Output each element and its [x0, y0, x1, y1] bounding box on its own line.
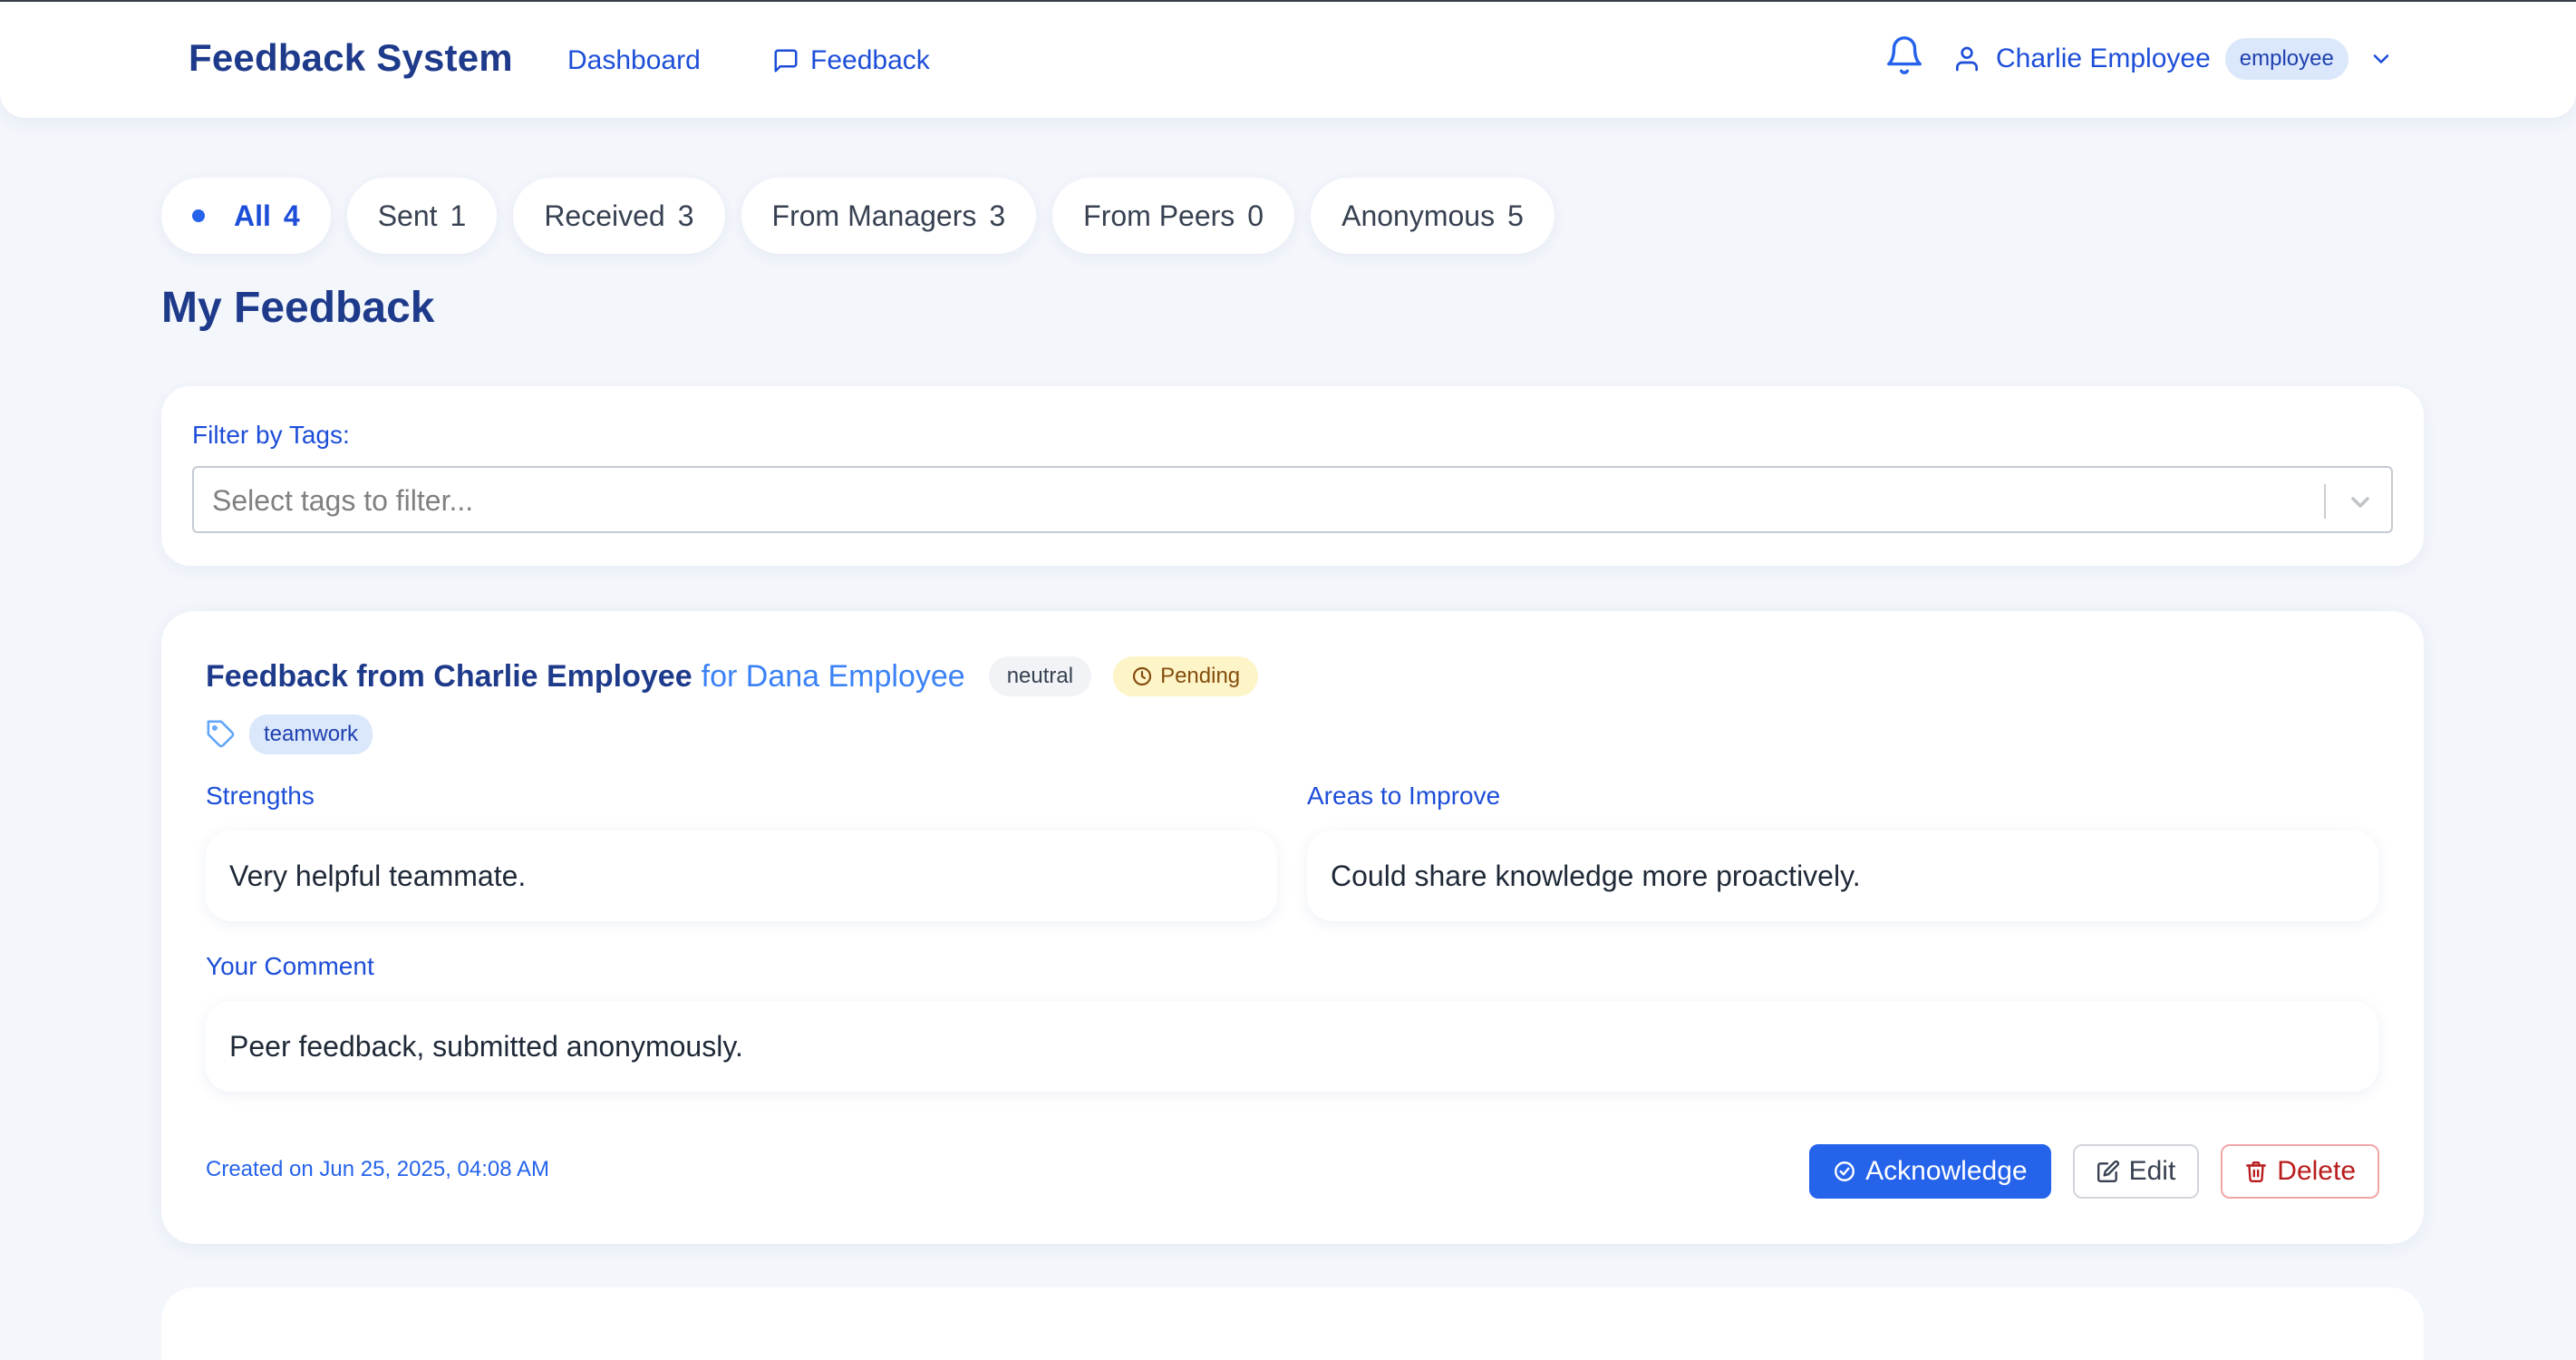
notification-bell-icon[interactable]: [1884, 33, 1925, 78]
tab-label: All: [234, 199, 271, 232]
comment-label: Your Comment: [206, 952, 374, 980]
tab-count: 4: [283, 199, 300, 232]
status-label: Pending: [1160, 664, 1241, 688]
tab-label: Anonymous: [1341, 199, 1496, 232]
top-navbar: Feedback System Dashboard Feedback Charl…: [0, 2, 2576, 118]
role-badge: employee: [2224, 38, 2348, 80]
feedback-filter-tabs: All 4 Sent 1 Received 3 From Managers 3 …: [161, 178, 1554, 254]
tag-icon: [207, 720, 235, 748]
acknowledge-label: Acknowledge: [1865, 1156, 2028, 1186]
tab-from-peers[interactable]: From Peers 0: [1052, 178, 1295, 254]
acknowledge-button[interactable]: Acknowledge: [1809, 1144, 2051, 1199]
tab-all[interactable]: All 4: [161, 178, 331, 254]
feedback-card: Feedback from Charlie Employee for Dana …: [161, 611, 2424, 1244]
nav-dashboard-link[interactable]: Dashboard: [567, 45, 701, 76]
feedback-from: Feedback from Charlie Employee: [206, 658, 692, 694]
tab-received[interactable]: Received 3: [513, 178, 725, 254]
tab-sent[interactable]: Sent 1: [346, 178, 498, 254]
tab-label: Received: [544, 199, 665, 232]
feedback-for: for Dana Employee: [701, 658, 965, 694]
chevron-down-icon[interactable]: [2368, 46, 2394, 72]
tab-count: 0: [1247, 199, 1264, 232]
nav-dashboard-label: Dashboard: [567, 45, 701, 75]
tab-count: 3: [989, 199, 1006, 232]
status-badge: Pending: [1113, 656, 1259, 696]
areas-to-improve-text: Could share knowledge more proactively.: [1307, 831, 2378, 921]
nav-feedback-link[interactable]: Feedback: [772, 45, 930, 76]
next-feedback-card: [161, 1287, 2424, 1360]
user-name: Charlie Employee: [1996, 44, 2211, 73]
user-menu[interactable]: Charlie Employee employee: [1952, 38, 2394, 80]
select-separator: [2324, 484, 2326, 519]
active-tab-dot: [192, 209, 205, 222]
page-title: My Feedback: [161, 284, 435, 332]
delete-label: Delete: [2277, 1156, 2356, 1186]
check-circle-icon: [1835, 1161, 1855, 1181]
tab-anonymous[interactable]: Anonymous 5: [1311, 178, 1554, 254]
comment-text: Peer feedback, submitted anonymously.: [206, 1001, 2378, 1092]
brand-title[interactable]: Feedback System: [189, 36, 513, 80]
feedback-tags: teamwork: [206, 714, 373, 754]
areas-to-improve-label: Areas to Improve: [1307, 782, 1501, 810]
created-timestamp: Created on Jun 25, 2025, 04:08 AM: [206, 1157, 549, 1181]
clock-icon: [1132, 666, 1152, 686]
edit-label: Edit: [2128, 1156, 2176, 1186]
user-icon: [1956, 46, 1978, 72]
message-square-icon: [774, 49, 798, 73]
edit-icon: [2097, 1160, 2119, 1183]
feedback-actions: Acknowledge Edit Delete: [1809, 1144, 2379, 1199]
chevron-down-icon[interactable]: [2346, 488, 2375, 517]
tab-from-managers[interactable]: From Managers 3: [741, 178, 1037, 254]
tag-chip: teamwork: [249, 714, 373, 754]
tab-count: 1: [450, 199, 467, 232]
tab-label: From Peers: [1083, 199, 1235, 232]
sentiment-badge: neutral: [988, 656, 1092, 696]
tab-label: From Managers: [771, 199, 977, 232]
tag-filter-card: Filter by Tags: Select tags to filter...: [161, 386, 2424, 566]
tab-count: 3: [677, 199, 694, 232]
trash-icon: [2246, 1161, 2267, 1183]
strengths-text: Very helpful teammate.: [206, 831, 1277, 921]
nav-feedback-label: Feedback: [810, 45, 930, 75]
tag-filter-placeholder: Select tags to filter...: [212, 484, 474, 517]
tab-count: 5: [1507, 199, 1524, 232]
tab-label: Sent: [377, 199, 438, 232]
tag-filter-label: Filter by Tags:: [192, 421, 350, 449]
strengths-label: Strengths: [206, 782, 315, 810]
edit-button[interactable]: Edit: [2072, 1144, 2200, 1199]
delete-button[interactable]: Delete: [2221, 1144, 2379, 1199]
feedback-header: Feedback from Charlie Employee for Dana …: [206, 656, 1259, 696]
tag-filter-select[interactable]: Select tags to filter...: [192, 466, 2393, 533]
